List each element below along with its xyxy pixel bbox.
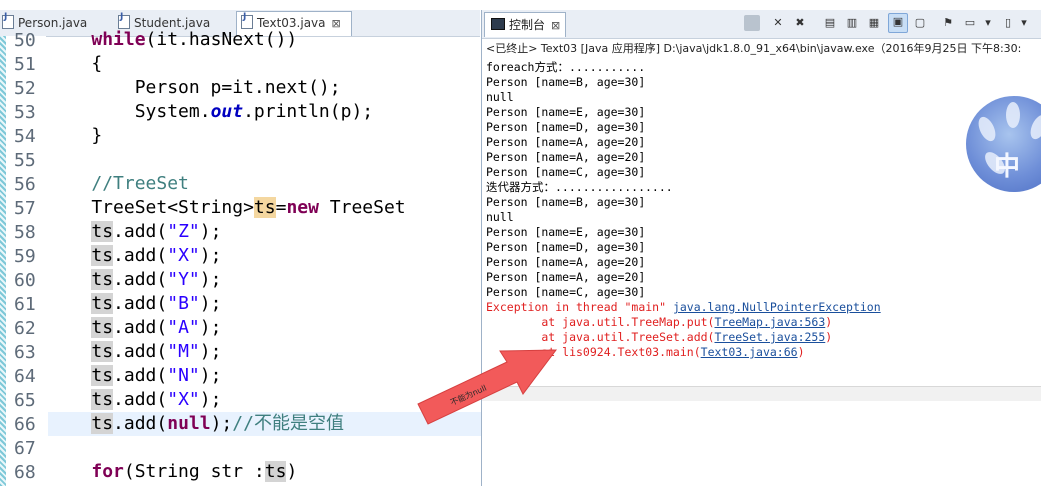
console-line: Person [name=D, age=30] [486,120,646,134]
watermark-char: 中 [994,152,1021,182]
line-number: 63 [14,342,36,363]
remove-all-terminated-icon[interactable]: ✖ [792,15,808,31]
console-view: 控制台 ⊠ ✕ ✖ ▤ ▥ ▦ ▣ ▢ ⚑ ▭ ▾ ▯ ▾ <已终止> Text0… [481,10,1041,486]
console-line: Person [name=E, age=30] [486,105,646,119]
frame-suffix: ) [825,315,833,329]
line-number: 65 [14,390,36,411]
console-line: Person [name=C, age=30] [486,165,646,179]
frame-prefix: at lis0924.Text03.main( [486,345,701,359]
frame-source-link[interactable]: Text03.java:66 [701,345,798,359]
console-tab-label: 控制台 [509,18,546,32]
display-selected-console-icon[interactable]: ▭ [962,15,978,31]
line-number: 50 [14,30,36,51]
frame-suffix: ) [825,330,833,344]
line-number: 61 [14,294,36,315]
horizontal-scrollbar[interactable] [482,386,1041,401]
console-line: foreach方式：........... [486,60,646,74]
line-number: 58 [14,222,36,243]
tab-console[interactable]: 控制台 ⊠ [484,12,566,37]
line-number: 55 [14,150,36,171]
line-number: 62 [14,318,36,339]
stack-frame-line: at java.util.TreeMap.put(TreeMap.java:56… [486,315,832,330]
line-number-gutter: 50 51 52 53 54 55 56 57 58 59 60 61 62 63 64 65 66 67 68 [6,30,46,486]
line-number: 66 [14,414,36,435]
remove-launch-icon[interactable]: ✕ [770,15,786,31]
line-number: 56 [14,174,36,195]
exception-link[interactable]: java.lang.NullPointerException [673,300,881,314]
console-line: Person [name=B, age=30] [486,75,646,89]
line-number: 64 [14,366,36,387]
console-line: Person [name=A, age=20] [486,270,646,284]
line-number: 57 [14,198,36,219]
java-file-icon [2,12,14,29]
console-line: Person [name=A, age=20] [486,135,646,149]
frame-suffix: ) [797,345,805,359]
frame-source-link[interactable]: TreeMap.java:563 [714,315,825,329]
console-icon [491,18,505,30]
frame-prefix: at java.util.TreeMap.put( [486,315,715,329]
line-number: 60 [14,270,36,291]
line-number: 67 [14,438,36,459]
frame-source-link[interactable]: TreeSet.java:255 [714,330,825,344]
console-line: Person [name=A, age=20] [486,150,646,164]
exception-line: Exception in thread "main" java.lang.Nul… [486,300,881,315]
clear-console-icon[interactable]: ▤ [822,15,838,31]
line-number: 53 [14,102,36,123]
pin-console-icon[interactable]: ⚑ [940,15,956,31]
line-number: 51 [14,54,36,75]
show-console-on-output-icon[interactable]: ▣ [888,13,908,33]
exception-prefix: Exception in thread "main" [486,300,673,314]
word-wrap-icon[interactable]: ▦ [866,15,882,31]
line-number: 68 [14,462,36,483]
line-number: 52 [14,78,36,99]
chevron-down-icon[interactable]: ▾ [1016,15,1032,31]
line-number: 59 [14,246,36,267]
close-console-icon[interactable]: ⊠ [551,19,560,32]
terminate-icon[interactable] [744,15,760,31]
stack-frame-line: at lis0924.Text03.main(Text03.java:66) [486,345,805,360]
console-line: Person [name=A, age=20] [486,255,646,269]
java-file-icon [241,12,253,29]
console-line: 迭代器方式：................. [486,180,673,194]
line-number: 54 [14,126,36,147]
console-line: Person [name=B, age=30] [486,195,646,209]
show-console-on-error-icon[interactable]: ▢ [912,15,928,31]
frame-prefix: at java.util.TreeSet.add( [486,330,715,344]
open-console-icon[interactable]: ▯ [1000,15,1016,31]
process-info: <已终止> Text03 [Java 应用程序] D:\java\jdk1.8.… [486,42,1022,55]
console-line: Person [name=C, age=30] [486,285,646,299]
java-file-icon [118,12,130,29]
console-header: 控制台 ⊠ ✕ ✖ ▤ ▥ ▦ ▣ ▢ ⚑ ▭ ▾ ▯ ▾ [482,10,1041,39]
console-line: null [486,210,514,224]
console-line: Person [name=D, age=30] [486,240,646,254]
console-line: Person [name=E, age=30] [486,225,646,239]
scroll-lock-icon[interactable]: ▥ [844,15,860,31]
code-area[interactable]: while(it.hasNext()) { Person p=it.next()… [48,29,1041,486]
chevron-down-icon[interactable]: ▾ [980,15,996,31]
console-line: null [486,90,514,104]
stack-frame-line: at java.util.TreeSet.add(TreeSet.java:25… [486,330,832,345]
